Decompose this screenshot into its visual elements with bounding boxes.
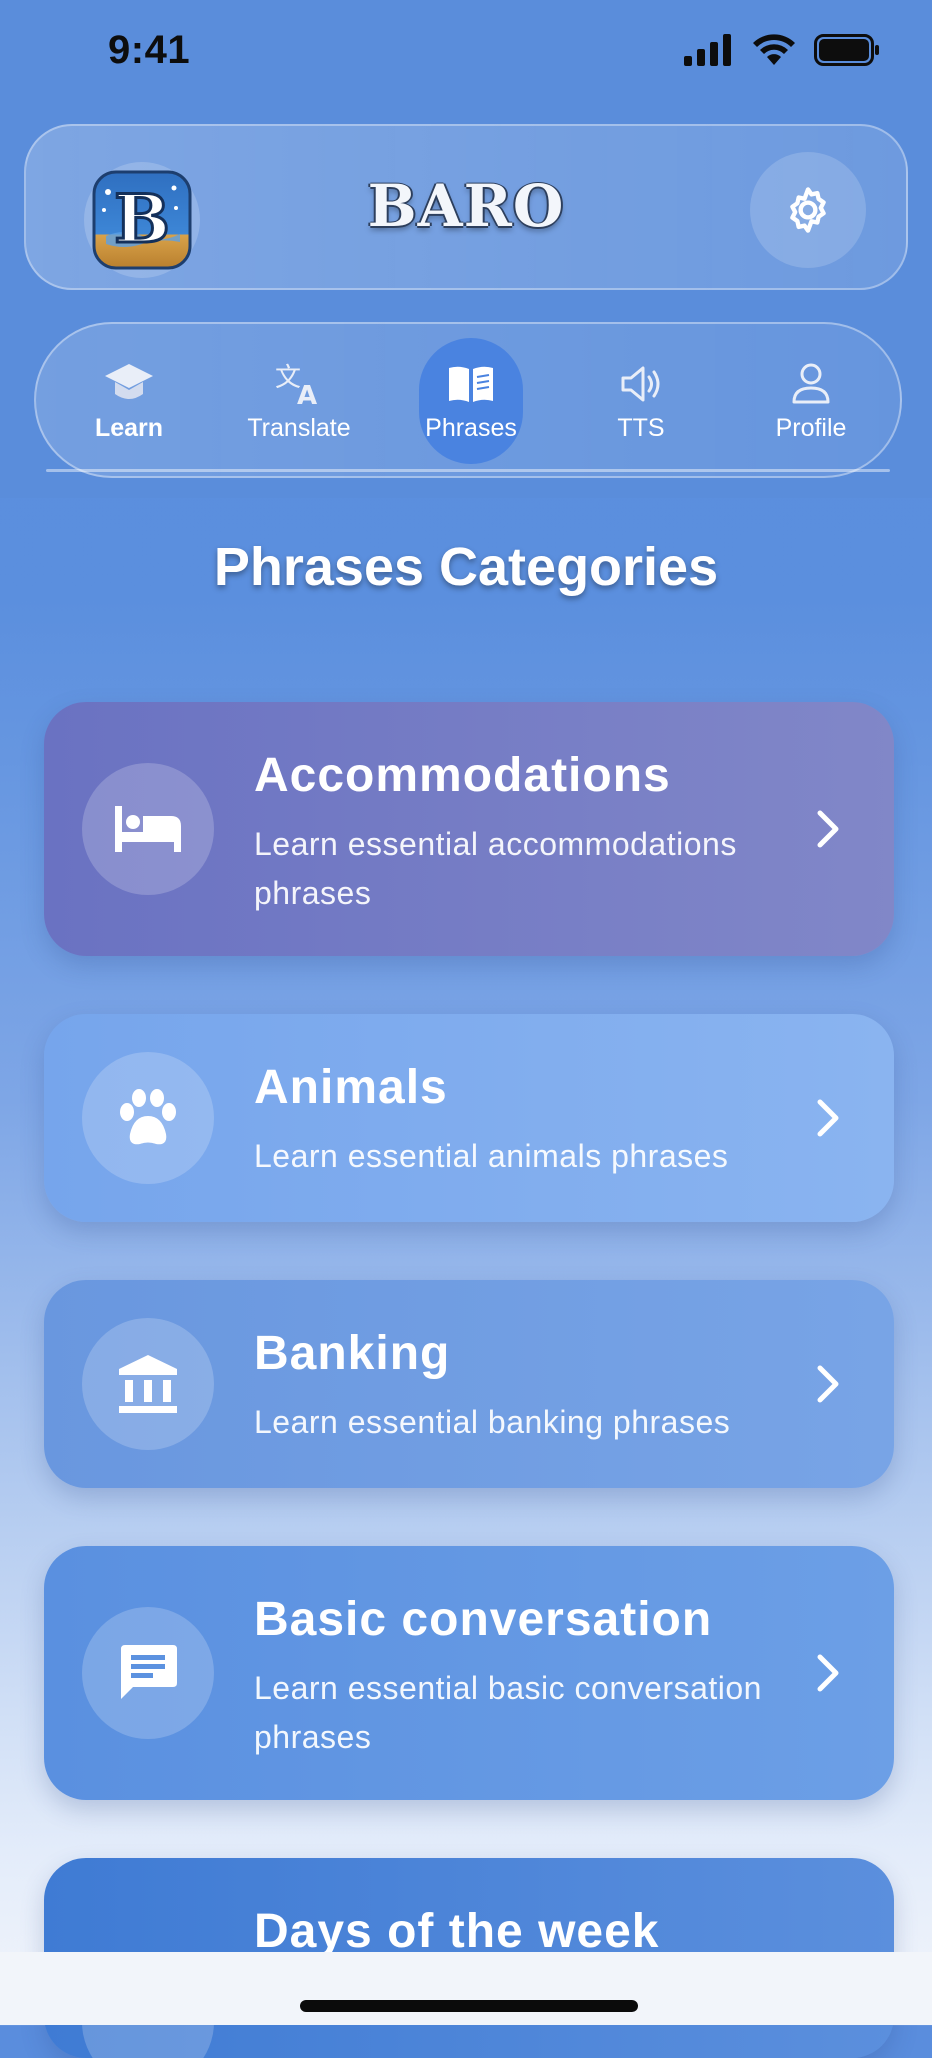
status-time: 9:41 [108, 28, 191, 72]
tab-label: Translate [247, 414, 351, 442]
bank-icon [119, 1355, 177, 1413]
book-open-icon [443, 356, 499, 412]
tab-label: Learn [94, 414, 164, 442]
category-icon-container [82, 1052, 214, 1184]
speaker-icon [613, 356, 669, 412]
category-card-accommodations[interactable]: Accommodations Learn essential accommoda… [44, 702, 894, 956]
category-description: Learn essential accommodations phrases [254, 826, 737, 911]
tab-profile[interactable]: Profile [736, 324, 886, 480]
chat-icon [121, 1645, 177, 1699]
category-icon-container [82, 763, 214, 895]
page-title: Phrases Categories [213, 537, 719, 597]
tab-translate[interactable]: 文 A Translate [224, 324, 374, 480]
battery-icon [814, 34, 879, 66]
category-description: Learn essential banking phrases [254, 1404, 731, 1440]
bottom-safe-area [0, 1952, 932, 2025]
category-title: Animals [254, 1061, 448, 1114]
status-icons [684, 34, 880, 66]
graduation-cap-icon [101, 356, 157, 412]
user-icon [783, 356, 839, 412]
category-title: Accommodations [254, 749, 671, 802]
category-description: Learn essential animals phrases [254, 1138, 729, 1174]
tab-bar: Learn 文 A Translate Phrases TTS Profile [34, 322, 902, 478]
signal-icon [684, 34, 731, 66]
chevron-right-icon [817, 810, 839, 848]
category-card-banking[interactable]: Banking Learn essential banking phrases [44, 1280, 894, 1488]
category-card-basic-conversation[interactable]: Basic conversation Learn essential basic… [44, 1546, 894, 1800]
status-bar: 9:41 [0, 0, 932, 110]
tab-label: Profile [775, 414, 847, 442]
category-title: Banking [254, 1327, 451, 1380]
app-title: BARO [367, 172, 565, 240]
chevron-right-icon [817, 1099, 839, 1137]
paw-icon [120, 1089, 176, 1145]
translate-icon: 文 A [271, 356, 327, 412]
category-title: Basic conversation [254, 1593, 713, 1646]
chevron-right-icon [817, 1365, 839, 1403]
category-icon-container [82, 1607, 214, 1739]
category-title: Days of the week [254, 1905, 660, 1958]
bed-icon [115, 806, 181, 852]
category-description: Learn essential basic conversation phras… [254, 1670, 762, 1755]
category-icon-container [82, 1318, 214, 1450]
tab-tts[interactable]: TTS [566, 324, 716, 480]
wifi-icon [753, 34, 795, 65]
tab-phrases[interactable]: Phrases [396, 324, 546, 480]
tab-label: TTS [617, 414, 665, 442]
svg-text:A: A [297, 381, 317, 408]
tab-label: Phrases [425, 414, 517, 442]
category-card-animals[interactable]: Animals Learn essential animals phrases [44, 1014, 894, 1222]
chevron-right-icon [817, 1654, 839, 1692]
tab-learn[interactable]: Learn [54, 324, 204, 480]
home-indicator[interactable] [300, 2000, 638, 2012]
tab-bar-underline [46, 469, 890, 472]
